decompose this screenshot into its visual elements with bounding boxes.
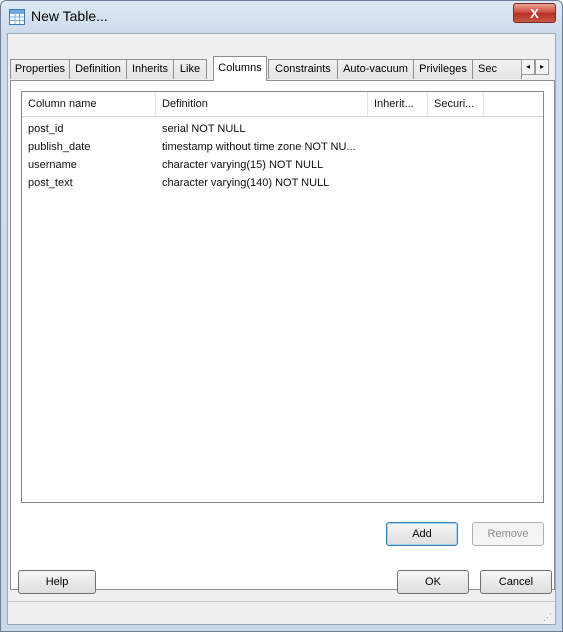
table-row[interactable]: username character varying(15) NOT NULL	[22, 156, 543, 174]
new-table-dialog: New Table... X Properties Definition Inh…	[0, 0, 563, 632]
tab-constraints[interactable]: Constraints	[268, 59, 338, 79]
tab-inherits[interactable]: Inherits	[126, 59, 174, 79]
cell-definition: serial NOT NULL	[162, 123, 246, 135]
cell-definition: timestamp without time zone NOT NU...	[162, 141, 356, 153]
tab-properties[interactable]: Properties	[10, 59, 70, 79]
dialog-client: Properties Definition Inherits Like Colu…	[7, 33, 556, 625]
close-icon: X	[530, 6, 539, 21]
remove-button[interactable]: Remove	[472, 522, 544, 546]
close-button[interactable]: X	[513, 3, 556, 23]
arrow-right-icon: ▸	[539, 62, 544, 71]
cell-column-name: publish_date	[28, 141, 91, 153]
table-row[interactable]: post_text character varying(140) NOT NUL…	[22, 174, 543, 192]
cell-definition: character varying(140) NOT NULL	[162, 177, 330, 189]
add-button[interactable]: Add	[386, 522, 458, 546]
tab-columns[interactable]: Columns	[213, 56, 267, 81]
cell-column-name: post_text	[28, 177, 73, 189]
title-bar[interactable]: New Table... X	[1, 1, 562, 33]
help-button[interactable]: Help	[18, 570, 96, 594]
cell-definition: character varying(15) NOT NULL	[162, 159, 324, 171]
columns-panel: Column name Definition Inherit... Securi…	[10, 80, 555, 590]
resize-grip-icon[interactable]: ⋰	[543, 612, 553, 622]
status-bar: ⋰	[8, 601, 555, 624]
tab-like[interactable]: Like	[173, 59, 207, 79]
tab-scroll-right-button[interactable]: ▸	[535, 59, 549, 75]
table-row[interactable]: publish_date timestamp without time zone…	[22, 138, 543, 156]
tab-security[interactable]: Sec	[472, 59, 522, 79]
cell-column-name: post_id	[28, 123, 64, 135]
header-column-name[interactable]: Column name	[22, 92, 156, 116]
header-definition[interactable]: Definition	[156, 92, 368, 116]
arrow-left-icon: ◂	[525, 62, 530, 71]
table-row[interactable]: post_id serial NOT NULL	[22, 120, 543, 138]
tab-auto-vacuum[interactable]: Auto-vacuum	[337, 59, 414, 79]
tab-privileges[interactable]: Privileges	[413, 59, 473, 79]
ok-button[interactable]: OK	[397, 570, 469, 594]
tab-strip: Properties Definition Inherits Like Colu…	[10, 56, 555, 81]
list-header: Column name Definition Inherit... Securi…	[22, 92, 543, 117]
header-inherited[interactable]: Inherit...	[368, 92, 428, 116]
cancel-button[interactable]: Cancel	[480, 570, 552, 594]
columns-list[interactable]: Column name Definition Inherit... Securi…	[21, 91, 544, 503]
table-icon	[9, 9, 25, 25]
tab-scroll-left-button[interactable]: ◂	[521, 59, 535, 75]
cell-column-name: username	[28, 159, 77, 171]
window-title: New Table...	[31, 8, 108, 24]
header-security[interactable]: Securi...	[428, 92, 484, 116]
tab-definition[interactable]: Definition	[69, 59, 127, 79]
